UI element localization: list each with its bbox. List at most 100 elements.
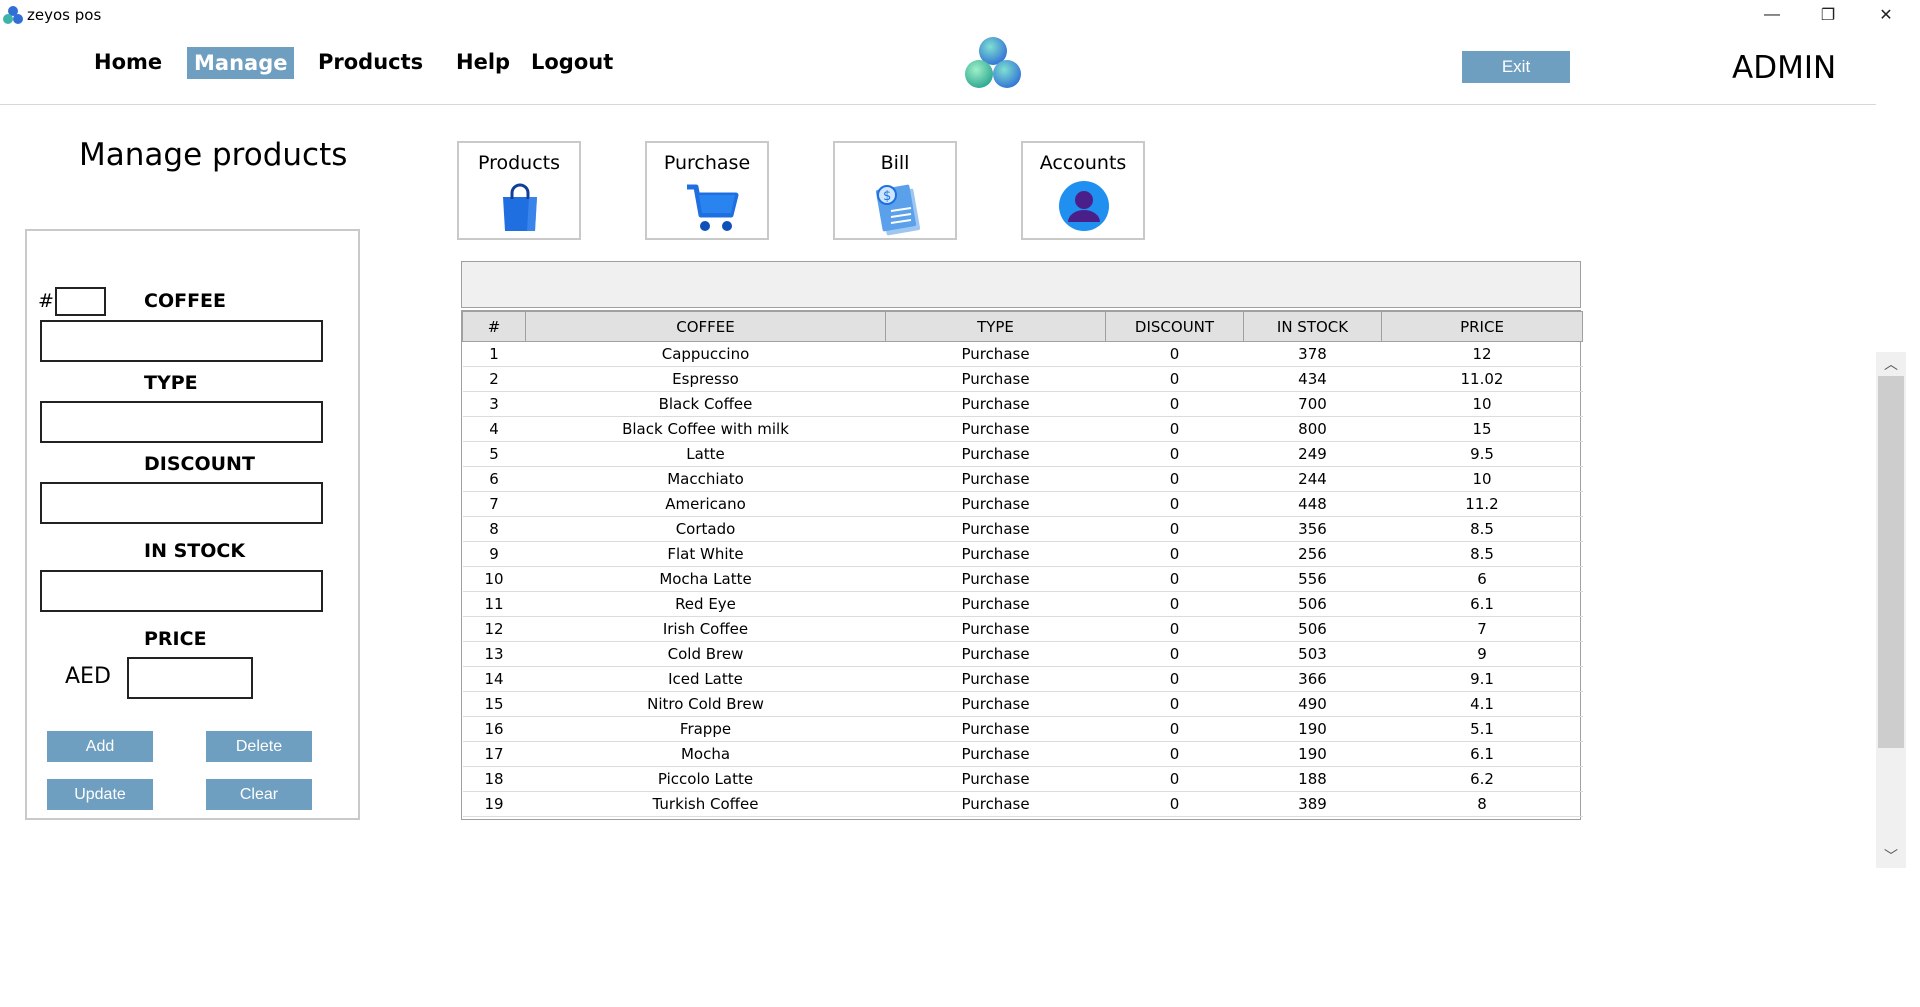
cell-price: 8 — [1381, 791, 1583, 817]
cell-discount: 0 — [1105, 441, 1244, 467]
exit-button[interactable]: Exit — [1462, 51, 1570, 83]
table-row[interactable]: 6 Macchiato Purchase 0 244 10 — [462, 466, 1583, 492]
cell-discount: 0 — [1105, 641, 1244, 667]
cell-discount: 0 — [1105, 366, 1244, 392]
col-header-instock[interactable]: IN STOCK — [1243, 311, 1382, 342]
add-button[interactable]: Add — [47, 731, 153, 762]
cell-discount: 0 — [1105, 566, 1244, 592]
scrollbar-thumb[interactable] — [1878, 376, 1904, 748]
window-title: zeyos pos — [27, 6, 102, 24]
tile-accounts[interactable]: Accounts — [1021, 141, 1145, 240]
scroll-up-icon[interactable]: ︿ — [1876, 354, 1906, 374]
table-row[interactable]: 8 Cortado Purchase 0 356 8.5 — [462, 516, 1583, 542]
cell-id: 18 — [462, 766, 526, 792]
table-row[interactable]: 15 Nitro Cold Brew Purchase 0 490 4.1 — [462, 691, 1583, 717]
cell-type: Purchase — [885, 341, 1106, 367]
cell-id: 1 — [462, 341, 526, 367]
update-button[interactable]: Update — [47, 779, 153, 810]
table-row[interactable]: 13 Cold Brew Purchase 0 503 9 — [462, 641, 1583, 667]
shopping-bag-icon — [503, 183, 537, 231]
cell-id: 17 — [462, 741, 526, 767]
cell-coffee: Nitro Cold Brew — [525, 691, 886, 717]
cell-coffee: Turkish Coffee — [525, 791, 886, 817]
cell-coffee: Frappe — [525, 716, 886, 742]
coffee-field[interactable] — [40, 320, 323, 362]
cell-price: 9.1 — [1381, 666, 1583, 692]
cell-coffee: Irish Coffee — [525, 616, 886, 642]
type-field[interactable] — [40, 401, 323, 443]
svg-text:$: $ — [883, 189, 891, 204]
table-row[interactable]: 17 Mocha Purchase 0 190 6.1 — [462, 741, 1583, 767]
nav-manage[interactable]: Manage — [187, 47, 295, 79]
nav-help[interactable]: Help — [456, 50, 510, 74]
cell-coffee: Mocha — [525, 741, 886, 767]
table-header-row: # COFFEE TYPE DISCOUNT IN STOCK PRICE — [462, 311, 1583, 342]
cell-instock: 700 — [1243, 391, 1382, 417]
window-titlebar: zeyos pos — ❐ ✕ — [0, 0, 1920, 30]
cell-id: 19 — [462, 791, 526, 817]
col-header-discount[interactable]: DISCOUNT — [1105, 311, 1244, 342]
table-row[interactable]: 4 Black Coffee with milk Purchase 0 800 15 — [462, 416, 1583, 442]
cell-coffee: Black Coffee — [525, 391, 886, 417]
col-header-type[interactable]: TYPE — [885, 311, 1106, 342]
cell-instock: 249 — [1243, 441, 1382, 467]
cell-price: 6 — [1381, 566, 1583, 592]
instock-field[interactable] — [40, 570, 323, 612]
discount-field[interactable] — [40, 482, 323, 524]
cell-instock: 448 — [1243, 491, 1382, 517]
table-row[interactable]: 3 Black Coffee Purchase 0 700 10 — [462, 391, 1583, 417]
nav-home[interactable]: Home — [94, 50, 162, 74]
minimize-button[interactable]: — — [1744, 0, 1800, 30]
cell-price: 5.1 — [1381, 716, 1583, 742]
cell-coffee: Macchiato — [525, 466, 886, 492]
cell-price: 6.2 — [1381, 766, 1583, 792]
cell-price: 9.5 — [1381, 441, 1583, 467]
table-row[interactable]: 7 Americano Purchase 0 448 11.2 — [462, 491, 1583, 517]
app-logo-icon — [3, 6, 23, 24]
cell-discount: 0 — [1105, 666, 1244, 692]
cell-price: 12 — [1381, 341, 1583, 367]
clear-button[interactable]: Clear — [206, 779, 312, 810]
table-row[interactable]: 10 Mocha Latte Purchase 0 556 6 — [462, 566, 1583, 592]
close-window-button[interactable]: ✕ — [1858, 0, 1914, 30]
tile-bill[interactable]: Bill $ — [833, 141, 957, 240]
table-row[interactable]: 16 Frappe Purchase 0 190 5.1 — [462, 716, 1583, 742]
cell-price: 8.5 — [1381, 516, 1583, 542]
table-row[interactable]: 14 Iced Latte Purchase 0 366 9.1 — [462, 666, 1583, 692]
nav-products[interactable]: Products — [318, 50, 423, 74]
cell-type: Purchase — [885, 641, 1106, 667]
price-field[interactable] — [127, 657, 253, 699]
table-row[interactable]: 12 Irish Coffee Purchase 0 506 7 — [462, 616, 1583, 642]
table-row[interactable]: 19 Turkish Coffee Purchase 0 389 8 — [462, 791, 1583, 817]
table-row[interactable]: 9 Flat White Purchase 0 256 8.5 — [462, 541, 1583, 567]
cell-coffee: Cappuccino — [525, 341, 886, 367]
cell-id: 13 — [462, 641, 526, 667]
maximize-button[interactable]: ❐ — [1800, 0, 1856, 30]
tile-products-label: Products — [477, 152, 561, 174]
vertical-scrollbar[interactable]: ︿ ﹀ — [1876, 352, 1906, 868]
user-role-label: ADMIN — [1732, 50, 1837, 86]
cell-type: Purchase — [885, 591, 1106, 617]
delete-button[interactable]: Delete — [206, 731, 312, 762]
cell-discount: 0 — [1105, 616, 1244, 642]
table-row[interactable]: 1 Cappuccino Purchase 0 378 12 — [462, 341, 1583, 367]
products-table[interactable]: # COFFEE TYPE DISCOUNT IN STOCK PRICE 1C… — [461, 310, 1583, 820]
tile-purchase[interactable]: Purchase — [645, 141, 769, 240]
table-row[interactable]: 5 Latte Purchase 0 249 9.5 — [462, 441, 1583, 467]
cell-price: 6.1 — [1381, 591, 1583, 617]
col-header-id[interactable]: # — [462, 311, 526, 342]
tile-bill-label: Bill — [880, 152, 910, 174]
cell-instock: 556 — [1243, 566, 1382, 592]
cell-instock: 503 — [1243, 641, 1382, 667]
col-header-coffee[interactable]: COFFEE — [525, 311, 886, 342]
nav-logout[interactable]: Logout — [531, 50, 613, 74]
cell-coffee: Red Eye — [525, 591, 886, 617]
table-row[interactable]: 2 Espresso Purchase 0 434 11.02 — [462, 366, 1583, 392]
id-field[interactable] — [55, 287, 106, 316]
cell-id: 2 — [462, 366, 526, 392]
col-header-price[interactable]: PRICE — [1381, 311, 1583, 342]
tile-products[interactable]: Products — [457, 141, 581, 240]
scroll-down-icon[interactable]: ﹀ — [1876, 846, 1906, 866]
table-row[interactable]: 18 Piccolo Latte Purchase 0 188 6.2 — [462, 766, 1583, 792]
table-row[interactable]: 11 Red Eye Purchase 0 506 6.1 — [462, 591, 1583, 617]
